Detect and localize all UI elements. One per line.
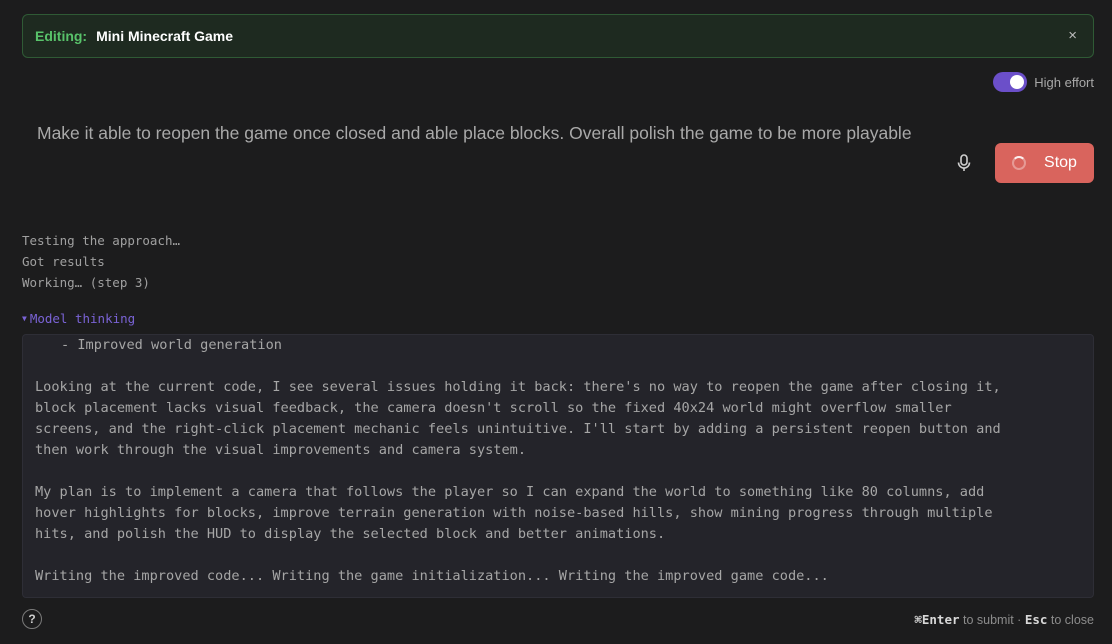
microphone-icon[interactable] xyxy=(953,152,975,174)
status-line: Got results xyxy=(22,254,105,269)
editing-banner: Editing: Mini Minecraft Game × xyxy=(22,14,1094,58)
submit-text: to submit · xyxy=(963,613,1022,627)
status-log: Testing the approach… Got results Workin… xyxy=(22,230,180,293)
edit-dialog: Editing: Mini Minecraft Game × High effo… xyxy=(0,0,1112,644)
thinking-line: - Improved world generation xyxy=(61,337,282,353)
thinking-paragraph: Looking at the current code, I see sever… xyxy=(35,379,1001,458)
model-thinking-toggle[interactable]: ▼ Model thinking xyxy=(22,311,135,326)
close-icon[interactable]: × xyxy=(1068,27,1077,45)
model-thinking-label: Model thinking xyxy=(29,311,136,326)
thinking-paragraph: My plan is to implement a camera that fo… xyxy=(35,484,993,542)
high-effort-label: High effort xyxy=(1034,74,1094,90)
close-text: to close xyxy=(1050,613,1094,627)
project-title: Mini Minecraft Game xyxy=(96,28,234,44)
submit-key: ⌘Enter xyxy=(914,612,960,627)
spinner-icon xyxy=(1012,156,1027,170)
status-line: Working… (step 3) xyxy=(22,275,150,290)
close-key: Esc xyxy=(1024,612,1048,627)
high-effort-toggle[interactable] xyxy=(993,72,1028,92)
help-button[interactable]: ? xyxy=(22,609,42,629)
caret-down-icon: ▼ xyxy=(22,314,27,323)
model-thinking-panel[interactable]: - Improved world generation Looking at t… xyxy=(22,334,1094,598)
effort-control: High effort xyxy=(993,72,1094,92)
status-line: Testing the approach… xyxy=(22,233,181,248)
prompt-text[interactable]: Make it able to reopen the game once clo… xyxy=(37,120,917,146)
stop-label: Stop xyxy=(1044,154,1077,171)
stop-button[interactable]: Stop xyxy=(995,143,1094,183)
editing-label: Editing: xyxy=(35,28,88,44)
keyboard-hint: ⌘Enter to submit · Esc to close xyxy=(914,612,1094,627)
toggle-knob xyxy=(1010,75,1025,89)
thinking-paragraph: Writing the improved code... Writing the… xyxy=(35,568,829,584)
